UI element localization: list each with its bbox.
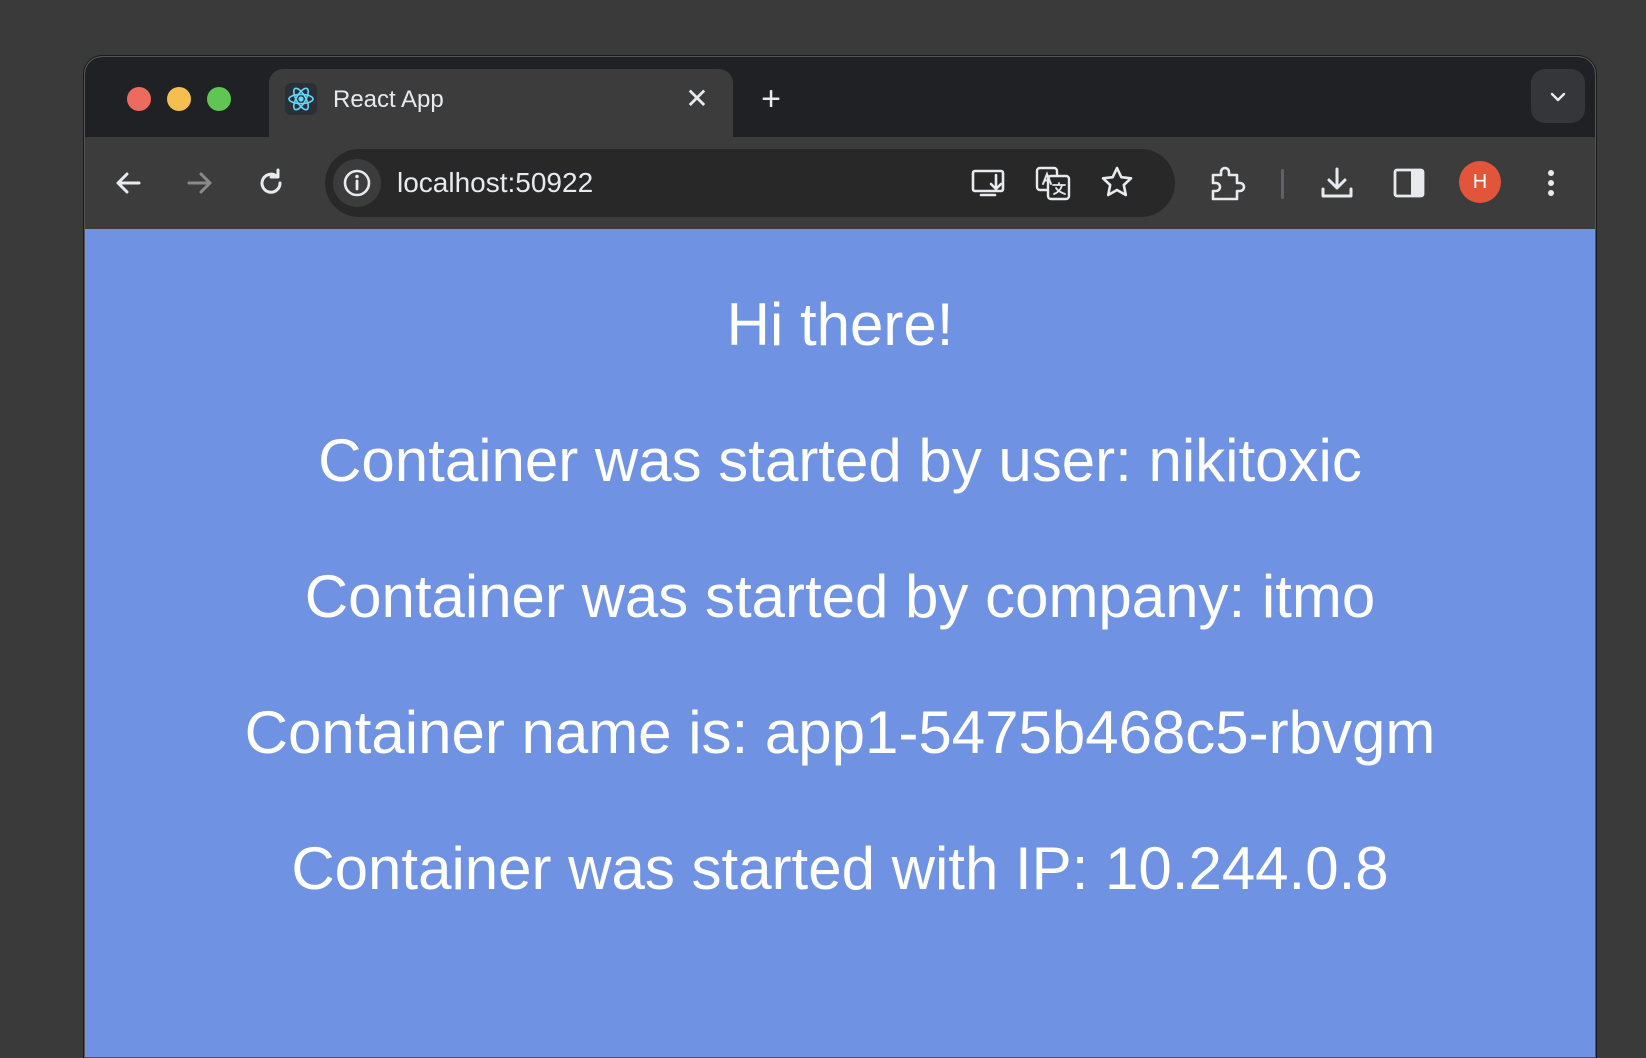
forward-button[interactable] (177, 161, 221, 205)
close-window-button[interactable] (127, 87, 151, 111)
tab-title: React App (333, 86, 444, 113)
extensions-puzzle-icon[interactable] (1205, 161, 1249, 205)
container-ip-text: Container was started with IP: 10.244.0.… (291, 835, 1389, 902)
minimize-window-button[interactable] (167, 87, 191, 111)
address-bar[interactable]: localhost:50922 (325, 149, 1175, 217)
info-icon (343, 169, 371, 197)
site-info-button[interactable] (333, 159, 381, 207)
react-logo-icon (285, 83, 317, 115)
translate-icon[interactable] (1033, 163, 1073, 203)
tab-search-button[interactable] (1531, 69, 1585, 123)
started-by-user-text: Container was started by user: nikitoxic (318, 427, 1362, 494)
browser-toolbar: localhost:50922 H (85, 137, 1595, 229)
download-icon[interactable] (1315, 161, 1359, 205)
greeting-heading: Hi there! (726, 291, 954, 358)
started-by-company-text: Container was started by company: itmo (304, 563, 1376, 630)
install-app-icon[interactable] (969, 163, 1009, 203)
toolbar-divider (1281, 169, 1284, 199)
reload-button[interactable] (249, 161, 293, 205)
page-content: Hi there! Container was started by user:… (85, 229, 1595, 1057)
maximize-window-button[interactable] (207, 87, 231, 111)
new-tab-button[interactable]: + (753, 81, 789, 117)
container-name-text: Container name is: app1-5475b468c5-rbvgm (244, 699, 1436, 766)
browser-window: React App ✕ + localhost:50922 H Hi there… (84, 56, 1596, 1058)
url-text[interactable]: localhost:50922 (397, 167, 593, 199)
chevron-down-icon (1550, 92, 1566, 102)
arrow-left-icon (116, 172, 141, 194)
arrow-right-icon (187, 172, 212, 194)
close-tab-icon[interactable]: ✕ (681, 83, 713, 115)
more-menu-icon[interactable] (1529, 161, 1573, 205)
tab-strip: React App ✕ + (85, 57, 1595, 137)
back-button[interactable] (107, 161, 151, 205)
tab-react-app[interactable]: React App ✕ (269, 69, 733, 137)
reload-icon (260, 168, 282, 194)
profile-avatar[interactable]: H (1459, 161, 1501, 203)
bookmark-star-icon[interactable] (1097, 163, 1137, 203)
side-panel-icon[interactable] (1387, 161, 1431, 205)
